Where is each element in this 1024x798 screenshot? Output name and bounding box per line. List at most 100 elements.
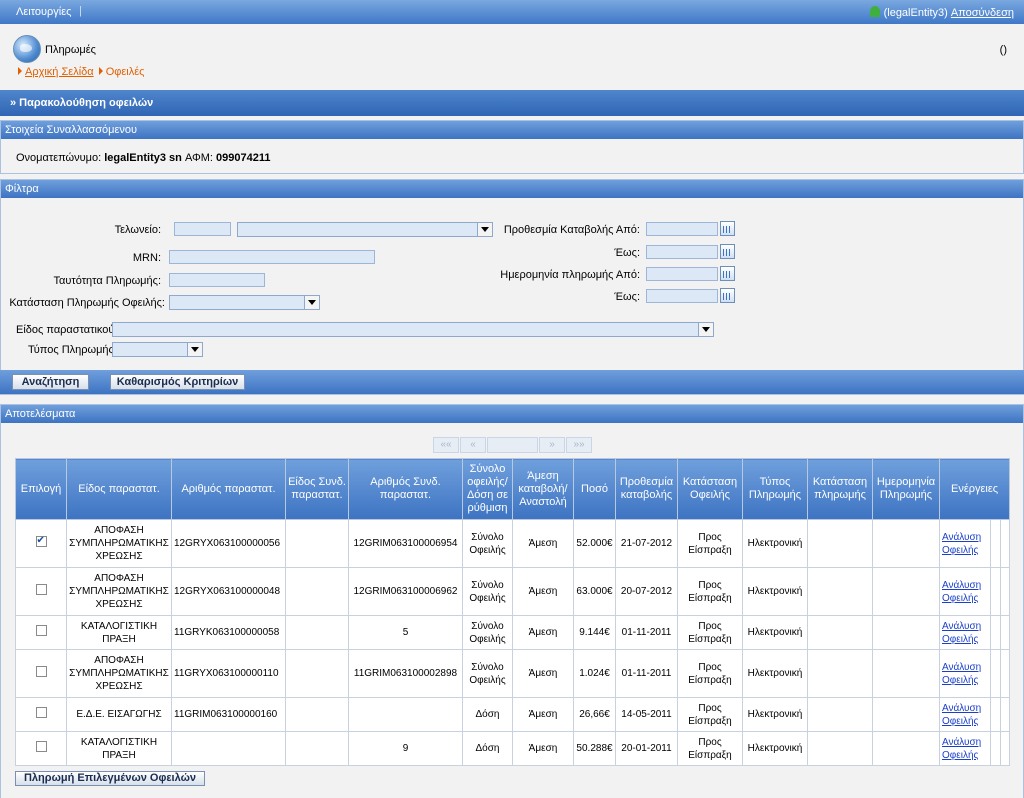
payment-date-cell (872, 567, 940, 616)
doc-type-cell: ΑΠΟΦΑΣΗ ΣΥΜΠΛΗΡΩΜΑΤΙΚΗΣ ΧΡΕΩΣΗΣ (66, 519, 172, 568)
empty-cell (990, 649, 1001, 698)
payment-date-cell (872, 615, 940, 650)
row-select-checkbox[interactable] (35, 534, 47, 547)
doc-type-select[interactable] (112, 322, 714, 337)
column-header: Είδος παραστατ. (66, 458, 172, 520)
breadcrumb-arrow-icon (98, 67, 103, 75)
related-doc-number-cell: 5 (348, 615, 463, 650)
row-select-checkbox[interactable] (35, 707, 47, 718)
chevron-down-icon (304, 296, 319, 309)
paydate-to-input[interactable] (646, 289, 718, 303)
results-section-header: Αποτελέσματα (1, 405, 1023, 423)
chevron-down-icon (187, 343, 202, 356)
clear-criteria-button[interactable]: Καθαρισμός Κριτηρίων (110, 374, 245, 390)
paydate-from-input[interactable] (646, 267, 718, 281)
top-menu-bar: Λειτουργίες | (legalEntity3) Αποσύνδεση (0, 0, 1024, 24)
breadcrumb: Αρχική Σελίδα Οφειλές (16, 66, 144, 78)
calendar-icon[interactable] (720, 266, 735, 281)
pager-first-button[interactable]: «« (433, 437, 459, 453)
actions-cell: Ανάλυση Οφειλής (939, 519, 991, 568)
column-header: Σύνολο οφειλής/ Δόση σε ρύθμιση (462, 458, 513, 520)
debt-payment-status-select[interactable] (169, 295, 320, 310)
party-panel: Στοιχεία Συναλλασσόμενου Ονοματεπώνυμο: … (0, 120, 1024, 174)
column-header: Είδος Συνδ. παραστατ. (285, 458, 349, 520)
breadcrumb-arrow-icon (18, 67, 22, 75)
payment-type-cell: Ηλεκτρονική (742, 567, 808, 616)
related-doc-type-cell (285, 519, 349, 568)
debt-analysis-link[interactable]: Ανάλυση Οφειλής (942, 580, 981, 604)
globe-icon (13, 35, 41, 63)
page-title: » Παρακολούθηση οφειλών (10, 97, 154, 109)
debt-status-cell: Προς Είσπραξη (677, 567, 743, 616)
actions-cell: Ανάλυση Οφειλής (939, 697, 991, 732)
username: (legalEntity3) (883, 7, 948, 19)
payment-type-select[interactable] (112, 342, 203, 357)
select-cell (15, 697, 67, 732)
row-select-checkbox[interactable] (35, 625, 47, 636)
select-cell (15, 519, 67, 568)
immediate-payment-cell: Άμεση (512, 519, 574, 568)
debt-analysis-link[interactable]: Ανάλυση Οφειλής (942, 703, 981, 727)
pay-selected-button[interactable]: Πληρωμή Επιλεγμένων Οφειλών (15, 771, 205, 786)
doc-number-cell: 11GRIM063100000160 (171, 697, 286, 732)
due-from-input[interactable] (646, 222, 718, 236)
debt-analysis-link[interactable]: Ανάλυση Οφειλής (942, 532, 981, 556)
calendar-icon[interactable] (720, 244, 735, 259)
breadcrumb-home-link[interactable]: Αρχική Σελίδα (25, 66, 94, 78)
row-select-checkbox[interactable] (35, 666, 47, 677)
pager-prev-button[interactable]: « (460, 437, 486, 453)
row-select-checkbox[interactable] (35, 584, 47, 595)
column-header: Άμεση καταβολή/ Αναστολή (512, 458, 574, 520)
customs-office-code-input[interactable] (174, 222, 231, 236)
debt-analysis-link[interactable]: Ανάλυση Οφειλής (942, 662, 981, 686)
total-or-installment-cell: Δόση (462, 731, 513, 766)
pager-last-button[interactable]: »» (566, 437, 592, 453)
empty-cell (999, 615, 1011, 650)
debt-analysis-link[interactable]: Ανάλυση Οφειλής (942, 737, 981, 761)
debt-status-cell: Προς Είσπραξη (677, 697, 743, 732)
pager-next-button[interactable]: » (539, 437, 565, 453)
pager-page-input[interactable] (487, 437, 538, 453)
operations-menu[interactable]: Λειτουργίες (16, 6, 71, 18)
immediate-payment-cell: Άμεση (512, 731, 574, 766)
column-header: Τύπος Πληρωμής (742, 458, 808, 520)
column-header: Ημερομηνία Πληρωμής (872, 458, 940, 520)
column-header: Επιλογή (15, 458, 67, 520)
due-to-input[interactable] (646, 245, 718, 259)
debt-status-cell: Προς Είσπραξη (677, 615, 743, 650)
table-row: ΑΠΟΦΑΣΗ ΣΥΜΠΛΗΡΩΜΑΤΙΚΗΣ ΧΡΕΩΣΗΣ12GRYX063… (15, 519, 1011, 568)
row-select-checkbox[interactable] (35, 741, 47, 752)
payment-id-input[interactable] (169, 273, 265, 287)
due-date-cell: 20-01-2011 (615, 731, 678, 766)
customs-office-select[interactable] (237, 222, 493, 237)
header-right-text: () (999, 44, 1007, 56)
debt-analysis-link[interactable]: Ανάλυση Οφειλής (942, 621, 981, 645)
logout-link[interactable]: Αποσύνδεση (951, 7, 1014, 19)
debt-status-cell: Προς Είσπραξη (677, 649, 743, 698)
column-header: Ενέργειες (938, 458, 1011, 520)
payment-type-label: Τύπος Πληρωμής: (28, 344, 117, 356)
mrn-input[interactable] (169, 250, 375, 264)
related-doc-type-cell (285, 615, 349, 650)
search-button[interactable]: Αναζήτηση (12, 374, 89, 390)
table-header-row: Επιλογή Είδος παραστατ. Αριθμός παραστατ… (15, 458, 1011, 520)
table-row: Ε.Δ.Ε. ΕΙΣΑΓΩΓΗΣ 11GRIM063100000160 Δόση Άμ… (15, 697, 1011, 732)
debt-payment-status-label: Κατάσταση Πληρωμής Οφειλής: (9, 297, 165, 309)
calendar-icon[interactable] (720, 288, 735, 303)
due-to-label: Έως: (614, 247, 640, 259)
amount-cell: 26,66€ (573, 697, 616, 732)
related-doc-type-cell (285, 567, 349, 616)
payment-status-cell (807, 519, 873, 568)
due-date-cell: 20-07-2012 (615, 567, 678, 616)
actions-cell: Ανάλυση Οφειλής (939, 731, 991, 766)
calendar-icon[interactable] (720, 221, 735, 236)
select-cell (15, 731, 67, 766)
immediate-payment-cell: Άμεση (512, 615, 574, 650)
amount-cell: 50.288€ (573, 731, 616, 766)
total-or-installment-cell: Σύνολο Οφειλής (462, 519, 513, 568)
table-row: ΚΑΤΑΛΟΓΙΣΤΙΚΗ ΠΡΑΞΗ 9 Δόση Άμεση 50.288€ 20-0… (15, 731, 1011, 766)
related-doc-type-cell (285, 649, 349, 698)
total-or-installment-cell: Δόση (462, 697, 513, 732)
related-doc-number-cell: 12GRIM063100006962 (348, 567, 463, 616)
select-cell (15, 649, 67, 698)
